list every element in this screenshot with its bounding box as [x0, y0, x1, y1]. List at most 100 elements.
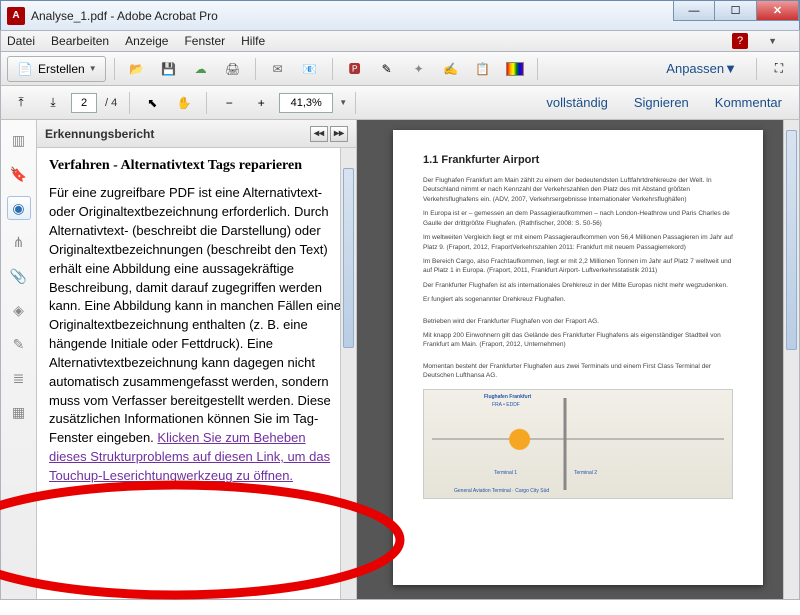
document-view[interactable]: 1.1 Frankfurter Airport Der Flughafen Fr… — [357, 120, 799, 599]
print-button[interactable]: 🖨 — [219, 56, 247, 82]
zoom-out-button[interactable]: − — [215, 90, 243, 116]
create-icon: 📄 — [16, 60, 34, 78]
tools-sign-button[interactable]: Signieren — [623, 90, 700, 116]
save-button[interactable]: 💾 — [155, 56, 183, 82]
rainbow-icon — [506, 62, 524, 76]
edit-text-button[interactable]: ✎ — [373, 56, 401, 82]
scrollbar-thumb[interactable] — [343, 168, 354, 348]
print-icon: 🖨 — [224, 60, 242, 78]
cloud-button[interactable]: ☁ — [187, 56, 215, 82]
accessibility-report-tab[interactable]: ◉ — [7, 196, 31, 220]
navigation-pane-tabs: ▥ 🔖 ◉ ⋔ 📎 ◈ ✎ ≣ ▦ — [1, 120, 37, 599]
map-label: Terminal 1 — [494, 470, 517, 476]
menu-view[interactable]: Anzeige — [125, 34, 168, 48]
zoom-in-icon: + — [252, 94, 270, 112]
doc-p: Er fungiert als sogenannter Drehkreuz Fl… — [423, 295, 733, 304]
separator — [129, 92, 130, 114]
separator — [255, 58, 256, 80]
open-button[interactable]: 📂 — [123, 56, 151, 82]
hand-icon: ✋ — [175, 94, 193, 112]
scrollbar-thumb[interactable] — [786, 130, 797, 350]
stamp-icon: ✦ — [410, 60, 428, 78]
help-dropdown-icon[interactable]: ▼ — [768, 36, 777, 46]
share-button[interactable]: 📧 — [296, 56, 324, 82]
map-label: General Aviation Terminal · Cargo City S… — [454, 488, 549, 494]
separator — [537, 58, 538, 80]
bookmarks-tab[interactable]: 🔖 — [7, 162, 31, 186]
tools-comment-label: Kommentar — [715, 95, 782, 110]
zoom-out-icon: − — [220, 94, 238, 112]
window-close-button[interactable]: ✕ — [757, 1, 799, 21]
create-label: Erstellen — [38, 62, 85, 76]
page-number-input[interactable] — [71, 93, 97, 113]
tools-comment-button[interactable]: Kommentar — [704, 90, 793, 116]
tools-full-label: vollständig — [546, 95, 607, 110]
help-icon[interactable]: ? — [732, 33, 748, 49]
panel-heading: Verfahren - Alternativtext Tags reparier… — [49, 156, 344, 176]
customize-button[interactable]: Anpassen ▼ — [655, 56, 748, 82]
doc-heading: 1.1 Frankfurter Airport — [423, 154, 733, 166]
separator — [756, 58, 757, 80]
cursor-icon: ⬉ — [143, 94, 161, 112]
sign-button[interactable]: ✍ — [437, 56, 465, 82]
doc-scrollbar[interactable] — [783, 120, 799, 599]
panel-header: Erkennungsbericht ◂◂ ▸▸ — [37, 120, 356, 148]
doc-p: In Europa ist er – gemessen an dem Passa… — [423, 209, 733, 228]
panel-text: Für eine zugreifbare PDF ist eine Altern… — [49, 185, 341, 445]
signatures-tab[interactable]: ✎ — [7, 332, 31, 356]
first-page-button[interactable]: ⤒ — [7, 90, 35, 116]
select-tool-button[interactable]: ⬉ — [138, 90, 166, 116]
export-pdf-button[interactable]: 🅿 — [341, 56, 369, 82]
signature-icon: ✍ — [442, 60, 460, 78]
doc-p: Im weltweiten Vergleich liegt er mit ein… — [423, 233, 733, 252]
window-maximize-button[interactable]: ☐ — [715, 1, 757, 21]
window-titlebar: A Analyse_1.pdf - Adobe Acrobat Pro — ☐ … — [0, 0, 800, 30]
menu-edit[interactable]: Bearbeiten — [51, 34, 109, 48]
stamp-button[interactable]: ✦ — [405, 56, 433, 82]
doc-p: Im Bereich Cargo, also Frachtaufkommen, … — [423, 257, 733, 276]
panel-prev-button[interactable]: ◂◂ — [310, 126, 328, 142]
fullscreen-button[interactable]: ⛶ — [765, 56, 793, 82]
attachments-tab[interactable]: 📎 — [7, 264, 31, 288]
page-total-label: / 4 — [105, 97, 117, 109]
window-minimize-button[interactable]: — — [673, 1, 715, 21]
tools-full-button[interactable]: vollständig — [535, 90, 618, 116]
content-tab[interactable]: ▦ — [7, 400, 31, 424]
zoom-input[interactable] — [279, 93, 333, 113]
airport-map-figure: Flughafen Frankfurt FRA • EDDF Terminal … — [423, 389, 733, 499]
tools-sign-label: Signieren — [634, 95, 689, 110]
panel-scrollbar[interactable] — [340, 148, 356, 599]
copy-button[interactable]: 📋 — [469, 56, 497, 82]
doc-p: Betrieben wird der Frankfurter Flughafen… — [423, 317, 733, 326]
color-button[interactable] — [501, 56, 529, 82]
chevron-down-icon: ▼ — [724, 61, 737, 76]
toolbar-main: 📄 Erstellen ▼ 📂 💾 ☁ 🖨 ✉ 📧 🅿 ✎ ✦ ✍ 📋 Anpa… — [0, 52, 800, 86]
mail-icon: ✉ — [269, 60, 287, 78]
zoom-in-button[interactable]: + — [247, 90, 275, 116]
order-tab[interactable]: ≣ — [7, 366, 31, 390]
layers-tab[interactable]: ◈ — [7, 298, 31, 322]
window-title: Analyse_1.pdf - Adobe Acrobat Pro — [31, 9, 218, 23]
hand-tool-button[interactable]: ✋ — [170, 90, 198, 116]
tags-tab[interactable]: ⋔ — [7, 230, 31, 254]
separator — [114, 58, 115, 80]
chevron-down-icon[interactable]: ▼ — [339, 98, 347, 107]
menu-file[interactable]: Datei — [7, 34, 35, 48]
doc-p: Mit knapp 200 Einwohnern gilt das Geländ… — [423, 331, 733, 350]
create-button[interactable]: 📄 Erstellen ▼ — [7, 56, 106, 82]
panel-body: Verfahren - Alternativtext Tags reparier… — [37, 148, 356, 599]
cloud-icon: ☁ — [192, 60, 210, 78]
toolbar-nav: ⤒ ⤓ / 4 ⬉ ✋ − + ▼ vollständig Signieren … — [0, 86, 800, 120]
panel-next-button[interactable]: ▸▸ — [330, 126, 348, 142]
copy-icon: 📋 — [474, 60, 492, 78]
doc-p: Momentan besteht der Frankfurter Flughaf… — [423, 362, 733, 381]
menu-window[interactable]: Fenster — [184, 34, 225, 48]
app-icon: A — [7, 7, 25, 25]
thumbnails-tab[interactable]: ▥ — [7, 128, 31, 152]
save-icon: 💾 — [160, 60, 178, 78]
email-button[interactable]: ✉ — [264, 56, 292, 82]
menu-help[interactable]: Hilfe — [241, 34, 265, 48]
panel-title: Erkennungsbericht — [45, 127, 154, 141]
expand-icon: ⛶ — [770, 60, 788, 78]
last-page-button[interactable]: ⤓ — [39, 90, 67, 116]
